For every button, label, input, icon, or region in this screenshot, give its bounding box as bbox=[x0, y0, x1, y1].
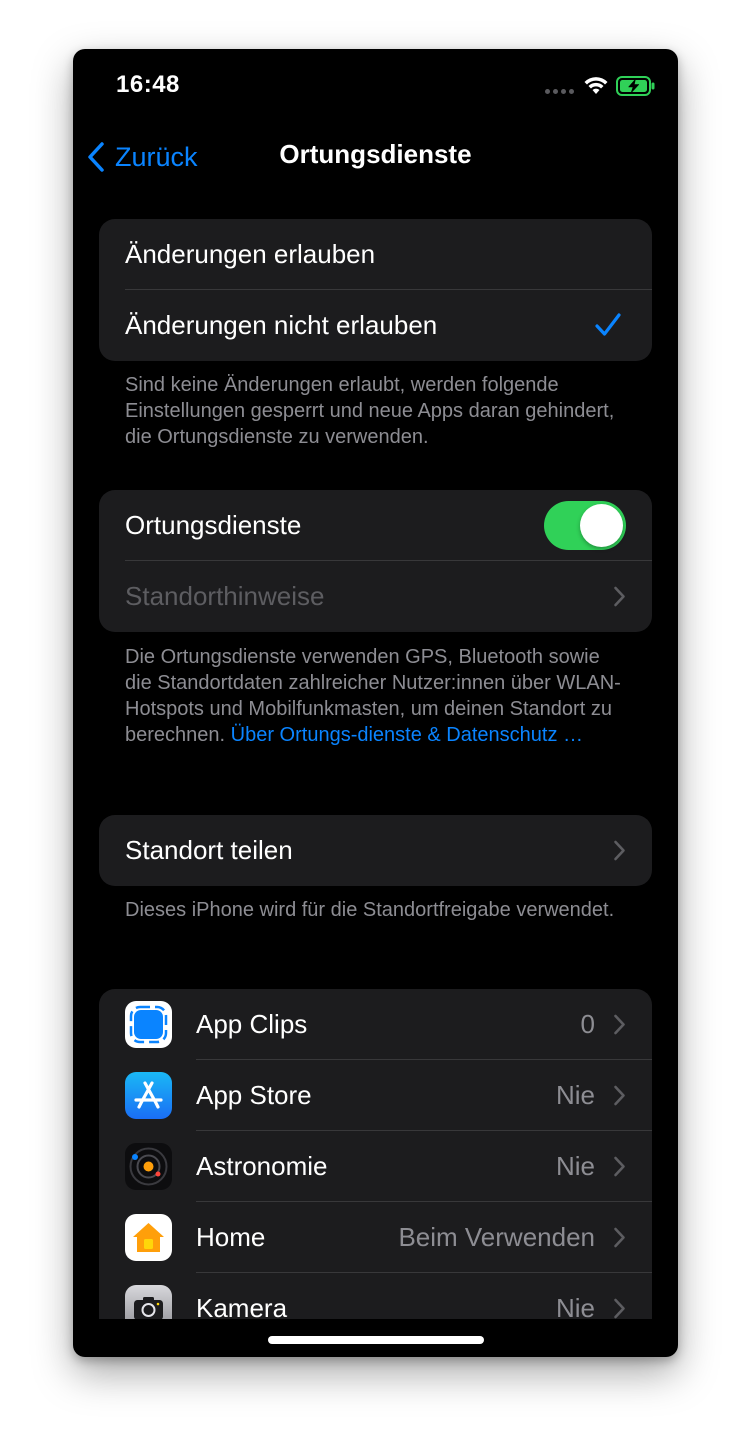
apps-group: App Clips 0 App Store Nie Astronomie Nie… bbox=[99, 989, 652, 1319]
chevron-right-icon bbox=[614, 586, 625, 607]
share-location-footer: Dieses iPhone wird für die Standortfreig… bbox=[125, 899, 615, 921]
app-name: App Clips bbox=[196, 1009, 308, 1039]
camera-icon bbox=[125, 1285, 172, 1319]
chevron-right-icon bbox=[614, 1298, 625, 1319]
app-permission-value: Beim Verwenden bbox=[398, 1222, 595, 1252]
location-footer: Die Ortungsdienste verwenden GPS, Blueto… bbox=[125, 644, 625, 748]
share-location-label: Standort teilen bbox=[125, 835, 293, 865]
app-row-app-store[interactable]: App Store Nie bbox=[99, 1060, 652, 1131]
chevron-right-icon bbox=[614, 840, 625, 861]
app-row-home[interactable]: Home Beim Verwenden bbox=[99, 1202, 652, 1273]
checkmark-icon bbox=[595, 313, 621, 336]
status-time: 16:48 bbox=[116, 71, 180, 98]
app-permission-value: 0 bbox=[580, 1009, 595, 1039]
location-services-group: Ortungsdienste Standorthinweise bbox=[99, 490, 652, 632]
wifi-icon bbox=[584, 77, 608, 94]
location-services-toggle[interactable] bbox=[544, 501, 626, 550]
app-row-camera[interactable]: Kamera Nie bbox=[99, 1273, 652, 1319]
allow-changes-option[interactable]: Änderungen erlauben bbox=[99, 219, 652, 290]
app-permission-value: Nie bbox=[555, 1151, 595, 1181]
location-alerts-row[interactable]: Standorthinweise bbox=[99, 561, 652, 632]
astronomy-icon bbox=[125, 1143, 172, 1190]
chevron-right-icon bbox=[614, 1156, 625, 1177]
app-store-icon bbox=[125, 1072, 172, 1119]
app-name: Home bbox=[196, 1222, 266, 1252]
disallow-changes-option[interactable]: Änderungen nicht erlauben bbox=[99, 290, 652, 361]
changes-footer: Sind keine Änderungen erlaubt, werden fo… bbox=[125, 374, 615, 448]
battery-charging-icon bbox=[616, 76, 655, 96]
app-name: App Store bbox=[196, 1080, 312, 1110]
chevron-right-icon bbox=[614, 1227, 625, 1248]
page-title: Ortungsdienste bbox=[279, 139, 472, 169]
share-location-group: Standort teilen bbox=[99, 815, 652, 886]
home-indicator[interactable] bbox=[268, 1336, 484, 1344]
app-permission-value: Nie bbox=[555, 1293, 595, 1319]
cellular-signal-icon bbox=[545, 89, 575, 95]
option-label: Änderungen erlauben bbox=[125, 239, 376, 269]
toggle-label: Ortungsdienste bbox=[125, 510, 302, 540]
option-label: Änderungen nicht erlauben bbox=[125, 310, 438, 340]
app-row-app-clips[interactable]: App Clips 0 bbox=[99, 989, 652, 1060]
privacy-link[interactable]: Über Ortungs-dienste & Datenschutz … bbox=[231, 724, 583, 746]
chevron-right-icon bbox=[614, 1085, 625, 1106]
changes-group: Änderungen erlauben Änderungen nicht erl… bbox=[99, 219, 652, 361]
app-permission-value: Nie bbox=[555, 1080, 595, 1110]
app-row-astronomy[interactable]: Astronomie Nie bbox=[99, 1131, 652, 1202]
app-name: Kamera bbox=[196, 1293, 288, 1319]
app-name: Astronomie bbox=[196, 1151, 328, 1181]
share-location-row[interactable]: Standort teilen bbox=[99, 815, 652, 886]
location-services-row: Ortungsdienste bbox=[99, 490, 652, 561]
app-clips-icon bbox=[125, 1001, 172, 1048]
phone-screen: 16:48 Zurück Ortungsdienste Änderungen e… bbox=[73, 49, 678, 1357]
home-app-icon bbox=[125, 1214, 172, 1261]
chevron-right-icon bbox=[614, 1014, 625, 1035]
location-alerts-label: Standorthinweise bbox=[125, 581, 325, 611]
